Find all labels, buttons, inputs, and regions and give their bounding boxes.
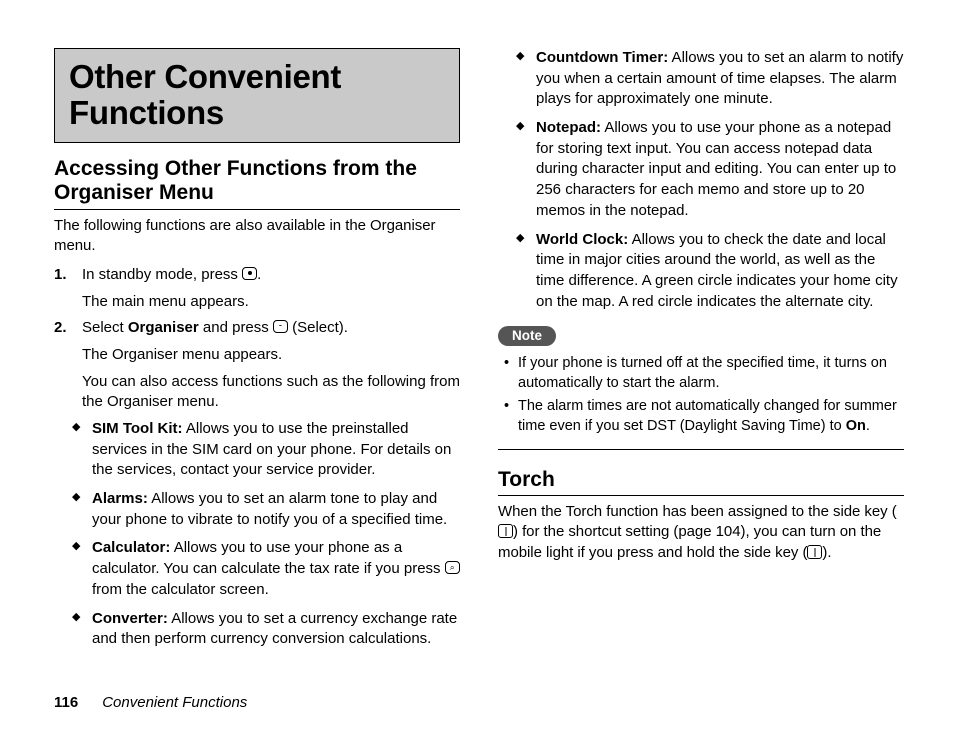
note-text: If your phone is turned off at the speci… — [518, 355, 887, 391]
feature-sim-tool-kit: SIM Tool Kit: Allows you to use the prei… — [72, 419, 460, 481]
feature-label: Alarms: — [92, 490, 148, 507]
note-box: If your phone is turned off at the speci… — [498, 348, 904, 449]
feature-calculator: Calculator: Allows you to use your phone… — [72, 538, 460, 600]
feature-alarms: Alarms: Allows you to set an alarm tone … — [72, 489, 460, 530]
note-label: Note — [498, 326, 556, 346]
torch-after: ). — [822, 544, 831, 561]
step2-afterkey: (Select). — [288, 319, 348, 336]
chapter-title: Other Convenient Functions — [69, 59, 445, 130]
step2-before: Select — [82, 319, 128, 336]
step1-afterkey: . — [257, 266, 261, 283]
side-key-icon — [498, 524, 513, 538]
right-column: Countdown Timer: Allows you to set an al… — [498, 48, 904, 674]
page-number: 116 — [54, 694, 78, 711]
torch-before: When the Torch function has been assigne… — [498, 503, 897, 520]
step-2: 2. Select Organiser and press (Select). … — [54, 318, 460, 413]
feature-notepad: Notepad: Allows you to use your phone as… — [516, 118, 904, 221]
chapter-title-line1: Other Convenient — [69, 58, 341, 95]
also-text: You can also access functions such as th… — [82, 372, 460, 413]
chapter-title-line2: Functions — [69, 94, 224, 131]
chapter-title-box: Other Convenient Functions — [54, 48, 460, 143]
section1-intro: The following functions are also availab… — [54, 216, 460, 257]
step-number: 2. — [54, 318, 82, 339]
note-text-after: . — [866, 418, 870, 434]
steps-list: 1. In standby mode, press . The main men… — [54, 265, 460, 413]
feature-label: World Clock: — [536, 231, 628, 248]
note-text-before: The alarm times are not automatically ch… — [518, 398, 897, 434]
step1-before: In standby mode, press — [82, 266, 242, 283]
softkey-icon — [273, 320, 288, 333]
calc-key-icon — [445, 561, 460, 574]
step-result: The main menu appears. — [82, 292, 460, 313]
feature-label: Calculator: — [92, 539, 170, 556]
torch-paragraph: When the Torch function has been assigne… — [498, 502, 904, 564]
note-list: If your phone is turned off at the speci… — [502, 354, 900, 436]
note-item: If your phone is turned off at the speci… — [504, 354, 900, 393]
feature-label: Countdown Timer: — [536, 49, 668, 66]
section-accessing-title: Accessing Other Functions from the Organ… — [54, 157, 460, 209]
center-key-icon — [242, 267, 257, 280]
feature-label: Converter: — [92, 610, 168, 627]
step-result: The Organiser menu appears. — [82, 345, 460, 366]
section-torch-title: Torch — [498, 468, 904, 496]
step2-mid: and press — [199, 319, 273, 336]
note-bold: On — [846, 418, 866, 434]
left-column: Other Convenient Functions Accessing Oth… — [54, 48, 460, 674]
feature-label: Notepad: — [536, 119, 601, 136]
step-1: 1. In standby mode, press . The main men… — [54, 265, 460, 312]
feature-world-clock: World Clock: Allows you to check the dat… — [516, 230, 904, 313]
side-key-icon — [807, 545, 822, 559]
page-footer: 116 Convenient Functions — [54, 694, 247, 711]
step-text: Select Organiser and press (Select). — [82, 318, 460, 339]
step-number: 1. — [54, 265, 82, 286]
step-text: In standby mode, press . — [82, 265, 460, 286]
feature-list-left: SIM Tool Kit: Allows you to use the prei… — [72, 419, 460, 650]
feature-converter: Converter: Allows you to set a currency … — [72, 609, 460, 650]
feature-list-right: Countdown Timer: Allows you to set an al… — [516, 48, 904, 312]
feature-text-after: from the calculator screen. — [92, 581, 269, 598]
step2-bold: Organiser — [128, 319, 199, 336]
footer-title: Convenient Functions — [102, 694, 247, 711]
feature-label: SIM Tool Kit: — [92, 420, 183, 437]
feature-countdown-timer: Countdown Timer: Allows you to set an al… — [516, 48, 904, 110]
note-item: The alarm times are not automatically ch… — [504, 397, 900, 436]
